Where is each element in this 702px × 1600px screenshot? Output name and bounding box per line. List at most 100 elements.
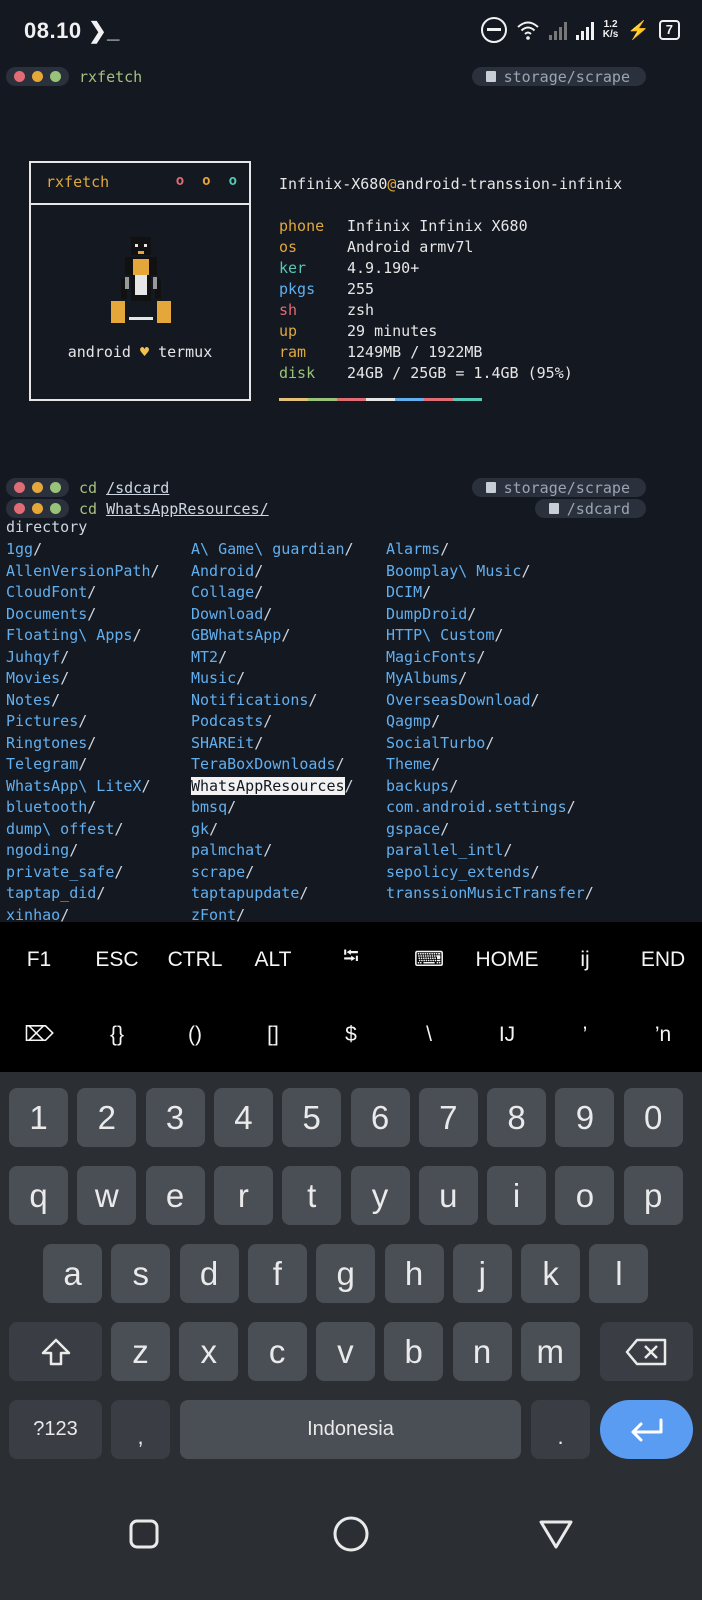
directory-entry[interactable]: DCIM/ (386, 582, 594, 604)
extra-key[interactable]: \ (390, 997, 468, 1072)
key-q[interactable]: q (9, 1166, 68, 1225)
extra-key[interactable]: F1 (0, 922, 78, 997)
directory-entry[interactable]: Pictures/ (6, 711, 160, 733)
command-arg[interactable]: /sdcard (106, 479, 169, 497)
command-arg[interactable]: WhatsAppResources/ (106, 500, 269, 518)
key-v[interactable]: v (315, 1322, 375, 1381)
directory-entry[interactable]: SHAREit/ (191, 733, 354, 755)
directory-entry[interactable]: WhatsAppResources/ (191, 776, 354, 798)
key-7[interactable]: 7 (418, 1088, 478, 1147)
directory-entry[interactable]: palmchat/ (191, 840, 354, 862)
directory-entry[interactable]: Telegram/ (6, 754, 160, 776)
extra-key[interactable]: IJ (468, 997, 546, 1072)
directory-entry[interactable]: Juhqyf/ (6, 647, 160, 669)
key-0[interactable]: 0 (623, 1088, 683, 1147)
directory-entry[interactable]: WhatsApp\ LiteX/ (6, 776, 160, 798)
key-b[interactable]: b (384, 1322, 444, 1381)
shift-key[interactable] (9, 1322, 102, 1381)
extra-key[interactable]: ij (546, 922, 624, 997)
directory-entry[interactable]: Boomplay\ Music/ (386, 561, 594, 583)
key-8[interactable]: 8 (487, 1088, 547, 1147)
directory-entry[interactable]: Movies/ (6, 668, 160, 690)
extra-key[interactable]: CTRL (156, 922, 234, 997)
directory-entry[interactable]: Alarms/ (386, 539, 594, 561)
directory-entry[interactable]: MagicFonts/ (386, 647, 594, 669)
key-e[interactable]: e (145, 1166, 205, 1225)
directory-entry[interactable]: sepolicy_extends/ (386, 862, 594, 884)
enter-key[interactable] (600, 1400, 693, 1459)
directory-entry[interactable]: Ringtones/ (6, 733, 160, 755)
key-4[interactable]: 4 (213, 1088, 273, 1147)
key-9[interactable]: 9 (555, 1088, 615, 1147)
directory-entry[interactable]: Collage/ (191, 582, 354, 604)
key-5[interactable]: 5 (282, 1088, 342, 1147)
directory-entry[interactable]: DumpDroid/ (386, 604, 594, 626)
key-l[interactable]: l (589, 1244, 649, 1303)
extra-key[interactable]: ’n (624, 997, 702, 1072)
directory-entry[interactable]: Notes/ (6, 690, 160, 712)
directory-entry[interactable]: backups/ (386, 776, 594, 798)
directory-entry[interactable]: Notifications/ (191, 690, 354, 712)
space-key[interactable]: Indonesia (180, 1400, 521, 1459)
key-r[interactable]: r (213, 1166, 273, 1225)
key-y[interactable]: y (350, 1166, 410, 1225)
key-o[interactable]: o (555, 1166, 615, 1225)
directory-entry[interactable]: MT2/ (191, 647, 354, 669)
directory-entry[interactable]: MyAlbums/ (386, 668, 594, 690)
directory-entry[interactable]: A\ Game\ guardian/ (191, 539, 354, 561)
directory-entry[interactable]: bmsq/ (191, 797, 354, 819)
key-u[interactable]: u (418, 1166, 478, 1225)
directory-entry[interactable]: private_safe/ (6, 862, 160, 884)
directory-entry[interactable]: bluetooth/ (6, 797, 160, 819)
key-f[interactable]: f (247, 1244, 307, 1303)
key-w[interactable]: w (77, 1166, 137, 1225)
extra-key[interactable]: ⌦ (0, 997, 78, 1072)
extra-key[interactable]: ESC (78, 922, 156, 997)
extra-key[interactable]: {} (78, 997, 156, 1072)
key-a[interactable]: a (43, 1244, 102, 1303)
extra-key[interactable]: END (624, 922, 702, 997)
directory-entry[interactable]: scrape/ (191, 862, 354, 884)
extra-key[interactable]: HOME (468, 922, 546, 997)
directory-entry[interactable]: parallel_intl/ (386, 840, 594, 862)
key-m[interactable]: m (520, 1322, 580, 1381)
comma-key[interactable]: , (111, 1400, 170, 1459)
directory-entry[interactable]: taptapupdate/ (191, 883, 354, 905)
prompt-command[interactable]: cd WhatsAppResources/ (79, 500, 269, 518)
directory-entry[interactable]: gk/ (191, 819, 354, 841)
extra-key[interactable]: ’ (546, 997, 624, 1072)
key-s[interactable]: s (111, 1244, 171, 1303)
directory-entry[interactable]: Theme/ (386, 754, 594, 776)
extra-key[interactable]: () (156, 997, 234, 1072)
key-j[interactable]: j (452, 1244, 512, 1303)
directory-entry[interactable]: gspace/ (386, 819, 594, 841)
key-h[interactable]: h (384, 1244, 444, 1303)
directory-entry[interactable]: Music/ (191, 668, 354, 690)
key-i[interactable]: i (487, 1166, 547, 1225)
recents-button[interactable] (124, 1514, 164, 1554)
directory-entry[interactable]: Floating\ Apps/ (6, 625, 160, 647)
directory-entry[interactable]: Documents/ (6, 604, 160, 626)
key-p[interactable]: p (623, 1166, 683, 1225)
key-2[interactable]: 2 (77, 1088, 137, 1147)
directory-entry[interactable]: transsionMusicTransfer/ (386, 883, 594, 905)
directory-entry[interactable]: ngoding/ (6, 840, 160, 862)
key-c[interactable]: c (247, 1322, 307, 1381)
key-d[interactable]: d (179, 1244, 239, 1303)
directory-entry[interactable]: AllenVersionPath/ (6, 561, 160, 583)
backspace-key[interactable] (600, 1322, 693, 1381)
directory-entry[interactable]: taptap_did/ (6, 883, 160, 905)
key-n[interactable]: n (452, 1322, 512, 1381)
directory-entry[interactable]: Qagmp/ (386, 711, 594, 733)
directory-entry[interactable]: Download/ (191, 604, 354, 626)
key-t[interactable]: t (282, 1166, 342, 1225)
directory-entry[interactable]: OverseasDownload/ (386, 690, 594, 712)
directory-entry[interactable]: SocialTurbo/ (386, 733, 594, 755)
extra-key[interactable]: ALT (234, 922, 312, 997)
extra-key[interactable]: $ (312, 997, 390, 1072)
extra-key[interactable]: [] (234, 997, 312, 1072)
key-g[interactable]: g (316, 1244, 376, 1303)
symbols-key[interactable]: ?123 (9, 1400, 102, 1459)
key-z[interactable]: z (111, 1322, 170, 1381)
directory-entry[interactable]: Android/ (191, 561, 354, 583)
